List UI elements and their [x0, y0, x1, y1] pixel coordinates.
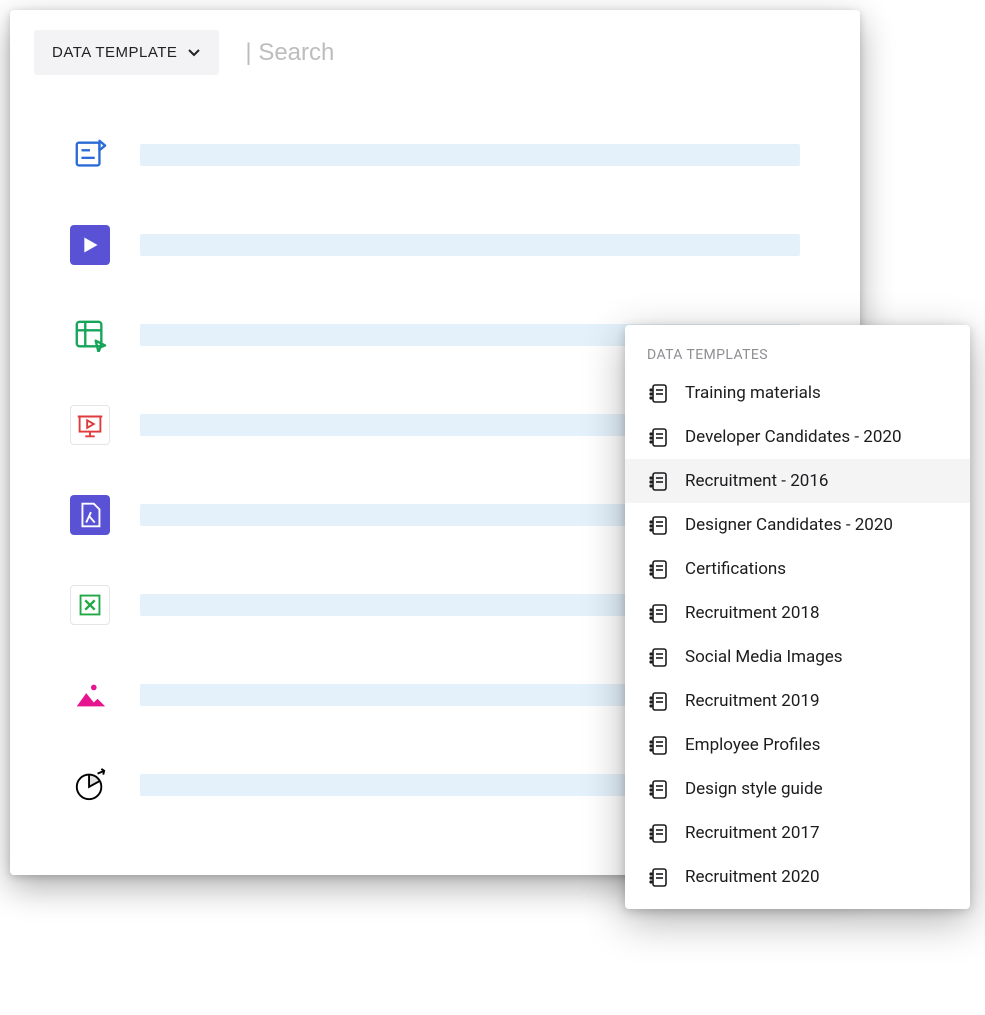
template-option-label: Designer Candidates - 2020 — [685, 515, 893, 535]
template-icon — [647, 382, 669, 404]
data-templates-popover: DATA TEMPLATES Training materials Develop… — [625, 325, 970, 909]
play-icon — [70, 225, 110, 265]
template-option[interactable]: Training materials — [625, 371, 970, 415]
filter-label: DATA TEMPLATE — [52, 44, 177, 61]
template-option-label: Design style guide — [685, 779, 823, 799]
template-icon — [647, 822, 669, 844]
template-option-label: Certifications — [685, 559, 786, 579]
chevron-down-icon — [187, 46, 201, 60]
template-icon — [647, 558, 669, 580]
template-option[interactable]: Recruitment 2018 — [625, 591, 970, 635]
template-icon — [647, 646, 669, 668]
placeholder-line — [140, 144, 800, 166]
template-icon — [647, 690, 669, 712]
template-option[interactable]: Social Media Images — [625, 635, 970, 679]
template-option-label: Recruitment 2018 — [685, 603, 820, 623]
template-option-label: Developer Candidates - 2020 — [685, 427, 902, 447]
template-option-label: Employee Profiles — [685, 735, 820, 755]
template-option[interactable]: Certifications — [625, 547, 970, 591]
template-option[interactable]: Designer Candidates - 2020 — [625, 503, 970, 547]
image-icon — [70, 675, 110, 715]
notice-icon — [70, 135, 110, 175]
popover-title: DATA TEMPLATES — [625, 333, 970, 371]
template-icon — [647, 602, 669, 624]
template-option-label: Training materials — [685, 383, 821, 403]
list-item[interactable] — [70, 225, 800, 265]
excel-icon — [70, 585, 110, 625]
template-icon — [647, 514, 669, 536]
template-icon — [647, 866, 669, 888]
search-input[interactable] — [219, 30, 836, 75]
sheet-icon — [70, 315, 110, 355]
template-option[interactable]: Developer Candidates - 2020 — [625, 415, 970, 459]
template-icon — [647, 778, 669, 800]
list-item[interactable] — [70, 135, 800, 175]
template-option[interactable]: Recruitment 2017 — [625, 811, 970, 855]
template-option[interactable]: Recruitment 2020 — [625, 855, 970, 899]
template-option[interactable]: Recruitment - 2016 — [625, 459, 970, 503]
template-option-label: Recruitment - 2016 — [685, 471, 828, 491]
template-icon — [647, 734, 669, 756]
template-option-label: Recruitment 2019 — [685, 691, 820, 711]
pie-icon — [70, 765, 110, 805]
template-option-label: Social Media Images — [685, 647, 843, 667]
template-icon — [647, 426, 669, 448]
template-icon — [647, 470, 669, 492]
template-option-label: Recruitment 2020 — [685, 867, 820, 887]
placeholder-line — [140, 234, 800, 256]
template-option[interactable]: Recruitment 2019 — [625, 679, 970, 723]
template-option[interactable]: Design style guide — [625, 767, 970, 811]
slideshow-icon — [70, 405, 110, 445]
template-option[interactable]: Employee Profiles — [625, 723, 970, 767]
data-template-filter-button[interactable]: DATA TEMPLATE — [34, 30, 219, 75]
search-header: DATA TEMPLATE — [10, 10, 860, 95]
pdf-icon — [70, 495, 110, 535]
template-option-label: Recruitment 2017 — [685, 823, 820, 843]
